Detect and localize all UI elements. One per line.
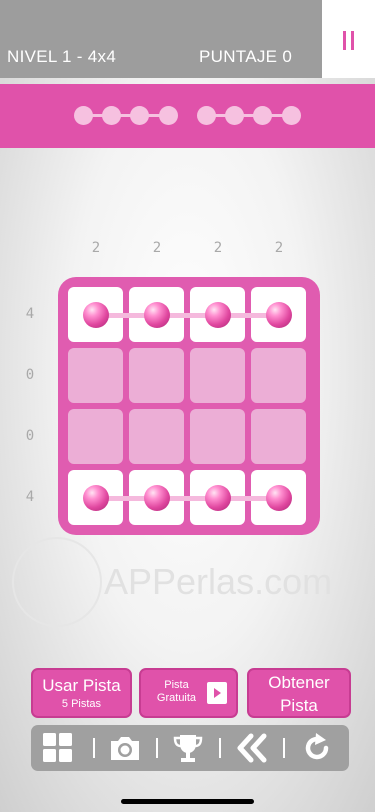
progress-band (0, 84, 375, 148)
board-cell-empty[interactable] (190, 348, 245, 403)
progress-dot (74, 106, 93, 125)
pause-icon-bar (351, 31, 354, 50)
pink-ball (143, 484, 170, 511)
toolbar-divider (93, 738, 95, 758)
column-clue: 2 (152, 240, 162, 256)
board-cell-empty[interactable] (251, 409, 306, 464)
board-cell-empty[interactable] (129, 409, 184, 464)
pink-ball (265, 484, 292, 511)
score-label: PUNTAJE 0 (199, 47, 293, 66)
free-hint-line-2: Gratuita (156, 692, 197, 704)
toolbar-divider (219, 738, 221, 758)
row-clue: 0 (25, 428, 35, 444)
board-cell-empty[interactable] (251, 348, 306, 403)
video-icon (207, 682, 227, 704)
free-hint-line-1: Pista (164, 679, 189, 691)
level-label: NIVEL 1 - 4x4 (7, 47, 117, 66)
trophy-icon[interactable] (171, 732, 203, 764)
column-clue: 2 (91, 240, 101, 256)
pause-button[interactable] (322, 0, 375, 78)
progress-dot (159, 106, 178, 125)
get-hint-line-1: Obtener (268, 673, 330, 692)
rewind-icon[interactable] (235, 732, 267, 764)
puzzle-board (58, 277, 320, 535)
camera-icon[interactable] (108, 732, 140, 764)
row-clue: 4 (25, 489, 35, 505)
progress-link (84, 114, 169, 117)
board-cell-empty[interactable] (129, 348, 184, 403)
free-hint-button[interactable]: Pista Gratuita (139, 668, 238, 718)
pink-ball (82, 484, 109, 511)
toolbar-divider (156, 738, 158, 758)
bottom-toolbar (31, 725, 349, 771)
pink-ball (143, 301, 170, 328)
board-cell-empty[interactable] (68, 348, 123, 403)
pink-ball (204, 484, 231, 511)
board-cell-empty[interactable] (190, 409, 245, 464)
row-clue: 0 (25, 367, 35, 383)
hints-count: 5 Pistas (61, 698, 102, 710)
use-hint-label: Usar Pista (42, 676, 121, 695)
progress-dot (282, 106, 301, 125)
progress-dot (225, 106, 244, 125)
progress-dot (197, 106, 216, 125)
progress-dot (253, 106, 272, 125)
column-clue: 2 (274, 240, 284, 256)
progress-link (206, 114, 292, 117)
pink-ball (204, 301, 231, 328)
pink-ball (265, 301, 292, 328)
progress-dot (130, 106, 149, 125)
pink-ball (82, 301, 109, 328)
column-clue: 2 (213, 240, 223, 256)
watermark-logo (12, 537, 102, 627)
toolbar-divider (283, 738, 285, 758)
get-hint-button[interactable]: Obtener Pista (247, 668, 351, 718)
grid-icon[interactable] (42, 732, 74, 764)
board-cell-empty[interactable] (68, 409, 123, 464)
use-hint-button[interactable]: Usar Pista 5 Pistas (31, 668, 132, 718)
restart-icon[interactable] (301, 732, 333, 764)
pause-icon (343, 31, 346, 50)
row-clue: 4 (25, 306, 35, 322)
free-hint-label: Pista Gratuita (149, 679, 204, 705)
progress-dot (102, 106, 121, 125)
get-hint-line-2: Pista (280, 696, 318, 715)
home-indicator (121, 799, 254, 804)
top-bar: NIVEL 1 - 4x4 PUNTAJE 0 (0, 0, 322, 78)
watermark-text: APPerlas.com (104, 561, 333, 602)
